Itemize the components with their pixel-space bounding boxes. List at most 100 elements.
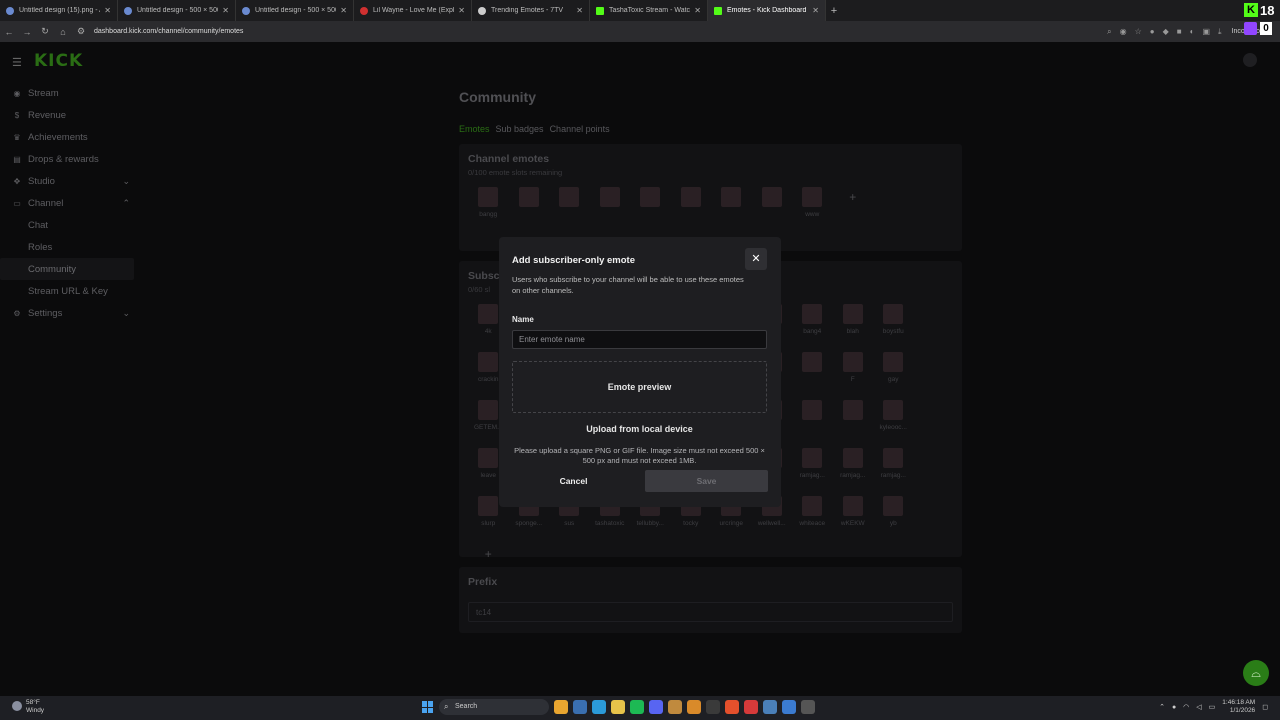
kick-logo[interactable]: KICK <box>34 51 83 71</box>
home-icon[interactable]: ⌂ <box>54 27 72 37</box>
file-explorer-icon[interactable] <box>611 700 625 714</box>
brave-icon[interactable] <box>725 700 739 714</box>
sidebar-item-channel[interactable]: ▭ Channel ⌃ <box>0 192 140 214</box>
close-tab-icon[interactable]: ✕ <box>458 6 465 15</box>
emote-item[interactable]: bang4 <box>792 304 833 352</box>
emote-item[interactable]: yb <box>873 496 914 544</box>
sidebar-item-chat[interactable]: Chat <box>0 214 140 236</box>
sidebar-item-revenue[interactable]: $ Revenue <box>0 104 140 126</box>
site-info-icon[interactable]: ⚙ <box>72 26 90 37</box>
app-icon[interactable] <box>687 700 701 714</box>
browser-tab[interactable]: Untitled design - 500 × 500px✕ <box>118 0 236 21</box>
notification-icon[interactable]: ◻ <box>1262 703 1268 711</box>
emote-item[interactable]: wKEKW <box>833 496 874 544</box>
close-tab-icon[interactable]: ✕ <box>340 6 347 15</box>
clock[interactable]: 1:46:18 AM 1/1/2026 <box>1222 699 1255 715</box>
emote-item[interactable]: gay <box>873 352 914 400</box>
browser-tab[interactable]: Untitled design (15).png - Ani ✕ <box>0 0 118 21</box>
emote-item[interactable] <box>833 400 874 448</box>
task-view-icon[interactable] <box>573 700 587 714</box>
steam-icon[interactable] <box>763 700 777 714</box>
twitch-extension-badge[interactable]: 0 <box>1244 22 1272 35</box>
forward-icon[interactable]: → <box>18 27 36 37</box>
emote-item[interactable] <box>671 187 712 235</box>
close-tab-icon[interactable]: ✕ <box>576 6 583 15</box>
sidebar-item-achievements[interactable]: ♛ Achievements <box>0 126 140 148</box>
discord-icon[interactable] <box>649 700 663 714</box>
emote-item[interactable]: ramjag... <box>833 448 874 496</box>
chevron-up-icon[interactable]: ⌃ <box>1159 703 1165 711</box>
extension-icon[interactable]: ◐ <box>1190 27 1195 37</box>
close-icon[interactable]: ✕ <box>745 248 767 270</box>
sidebar-item-stream-url-key[interactable]: Stream URL & Key <box>0 280 140 302</box>
app-icon[interactable] <box>744 700 758 714</box>
volume-icon[interactable]: ◁ <box>1196 703 1201 711</box>
app-icon[interactable] <box>668 700 682 714</box>
emote-item[interactable] <box>792 400 833 448</box>
sidebar-item-settings[interactable]: ⚙ Settings ⌄ <box>0 302 140 324</box>
emote-item[interactable]: ramjag... <box>873 448 914 496</box>
emote-item[interactable] <box>630 187 671 235</box>
emote-item[interactable] <box>711 187 752 235</box>
download-icon[interactable]: ⤓ <box>1218 27 1222 37</box>
tab-channel-points[interactable]: Channel points <box>550 124 610 134</box>
cancel-button[interactable]: Cancel <box>512 470 635 492</box>
menu-icon[interactable]: ☰ <box>12 56 22 69</box>
emote-item[interactable]: blah <box>833 304 874 352</box>
app-icon[interactable] <box>801 700 815 714</box>
browser-tab[interactable]: Untitled design - 500 × 500px✕ <box>236 0 354 21</box>
browser-tab[interactable]: Trending Emotes - 7TV ✕ <box>472 0 590 21</box>
mic-icon[interactable]: ● <box>1172 704 1176 711</box>
sidebar-item-roles[interactable]: Roles <box>0 236 140 258</box>
upload-button[interactable]: Upload from local device <box>512 420 767 438</box>
extension-icon[interactable]: ● <box>1150 27 1155 37</box>
emote-item[interactable] <box>792 352 833 400</box>
puzzle-icon[interactable]: ▣ <box>1202 27 1210 37</box>
back-icon[interactable]: ← <box>0 27 18 37</box>
emote-item[interactable]: ramjag... <box>792 448 833 496</box>
eye-off-icon[interactable]: ◉ <box>1120 27 1127 37</box>
emote-item[interactable]: www <box>792 187 833 235</box>
reload-icon[interactable]: ↻ <box>36 26 54 37</box>
emote-item[interactable]: bangg <box>468 187 509 235</box>
add-emote-button[interactable]: + <box>833 187 874 235</box>
save-button[interactable]: Save <box>645 470 768 492</box>
emote-item[interactable] <box>509 187 550 235</box>
edge-icon[interactable] <box>592 700 606 714</box>
close-tab-icon[interactable]: ✕ <box>694 6 701 15</box>
url-field[interactable]: dashboard.kick.com/channel/community/emo… <box>94 28 1107 35</box>
emote-name-input[interactable] <box>512 330 767 349</box>
wifi-icon[interactable]: ◠ <box>1183 703 1189 711</box>
emote-item[interactable] <box>549 187 590 235</box>
app-icon[interactable] <box>782 700 796 714</box>
emote-item[interactable]: boystfu <box>873 304 914 352</box>
emote-item[interactable] <box>752 187 793 235</box>
sidebar-item-community[interactable]: Community <box>0 258 134 280</box>
emote-item[interactable] <box>590 187 631 235</box>
tab-emotes[interactable]: Emotes <box>459 124 490 134</box>
weather-widget[interactable]: 58°F Windy <box>12 699 44 715</box>
windows-start-icon[interactable] <box>422 701 434 713</box>
star-icon[interactable]: ☆ <box>1135 27 1142 37</box>
battery-icon[interactable]: ▭ <box>1209 703 1216 711</box>
browser-tab[interactable]: TashaToxic Stream - Watch Liv✕ <box>590 0 708 21</box>
browser-tab-active[interactable]: Emotes - Kick Dashboard ✕ <box>708 0 826 21</box>
extension-icon[interactable]: ■ <box>1177 27 1182 37</box>
close-tab-icon[interactable]: ✕ <box>222 6 229 15</box>
kick-extension-badge[interactable]: K 18 <box>1244 1 1278 19</box>
new-tab-button[interactable]: + <box>826 5 842 17</box>
taskbar-search[interactable]: Search <box>439 699 549 715</box>
close-tab-icon[interactable]: ✕ <box>104 6 111 15</box>
zoom-icon[interactable]: ⌕ <box>1107 27 1111 37</box>
tab-sub-badges[interactable]: Sub badges <box>496 124 544 134</box>
browser-tab[interactable]: Lil Wayne - Love Me (Expli ✕ <box>354 0 472 21</box>
sidebar-item-studio[interactable]: ✥ Studio ⌄ <box>0 170 140 192</box>
chrome-icon[interactable] <box>554 700 568 714</box>
emote-item[interactable]: F <box>833 352 874 400</box>
terminal-icon[interactable] <box>706 700 720 714</box>
emote-item[interactable]: kyleooc... <box>873 400 914 448</box>
extension-icon[interactable]: ◆ <box>1163 27 1169 37</box>
prefix-input[interactable]: tc14 <box>468 602 953 622</box>
close-tab-icon[interactable]: ✕ <box>812 6 819 15</box>
sidebar-item-stream[interactable]: ◉ Stream <box>0 82 140 104</box>
